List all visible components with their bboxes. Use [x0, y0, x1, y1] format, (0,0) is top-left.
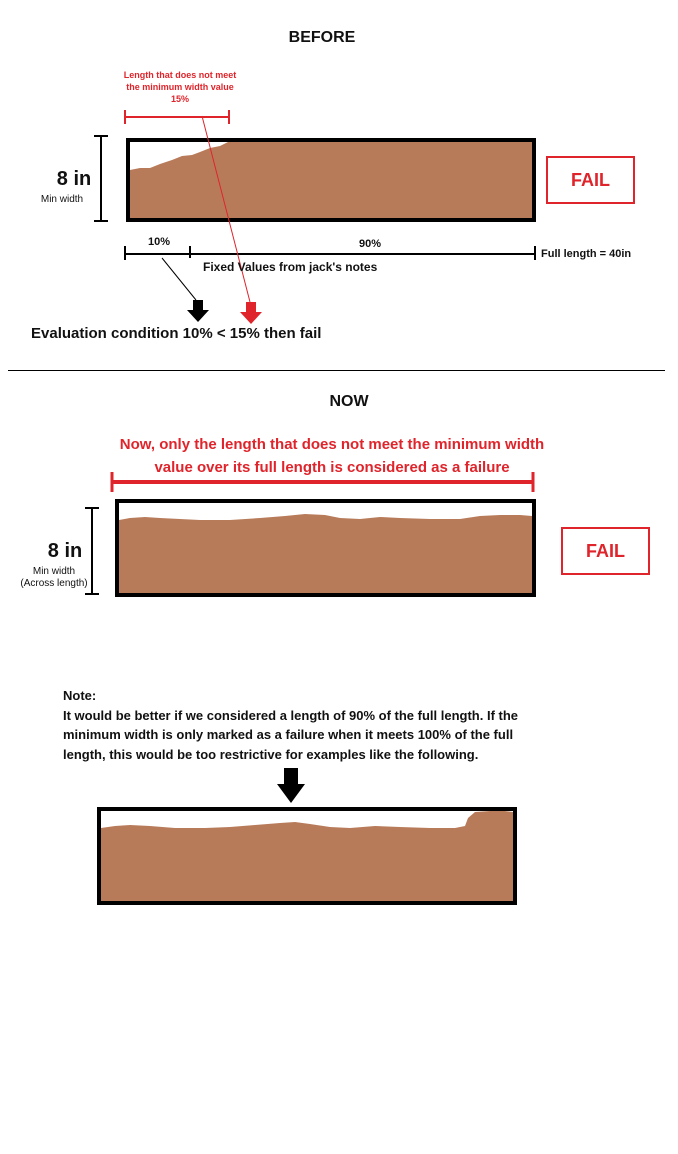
note-down-arrow: [277, 768, 305, 803]
note-diagram: [97, 768, 517, 905]
